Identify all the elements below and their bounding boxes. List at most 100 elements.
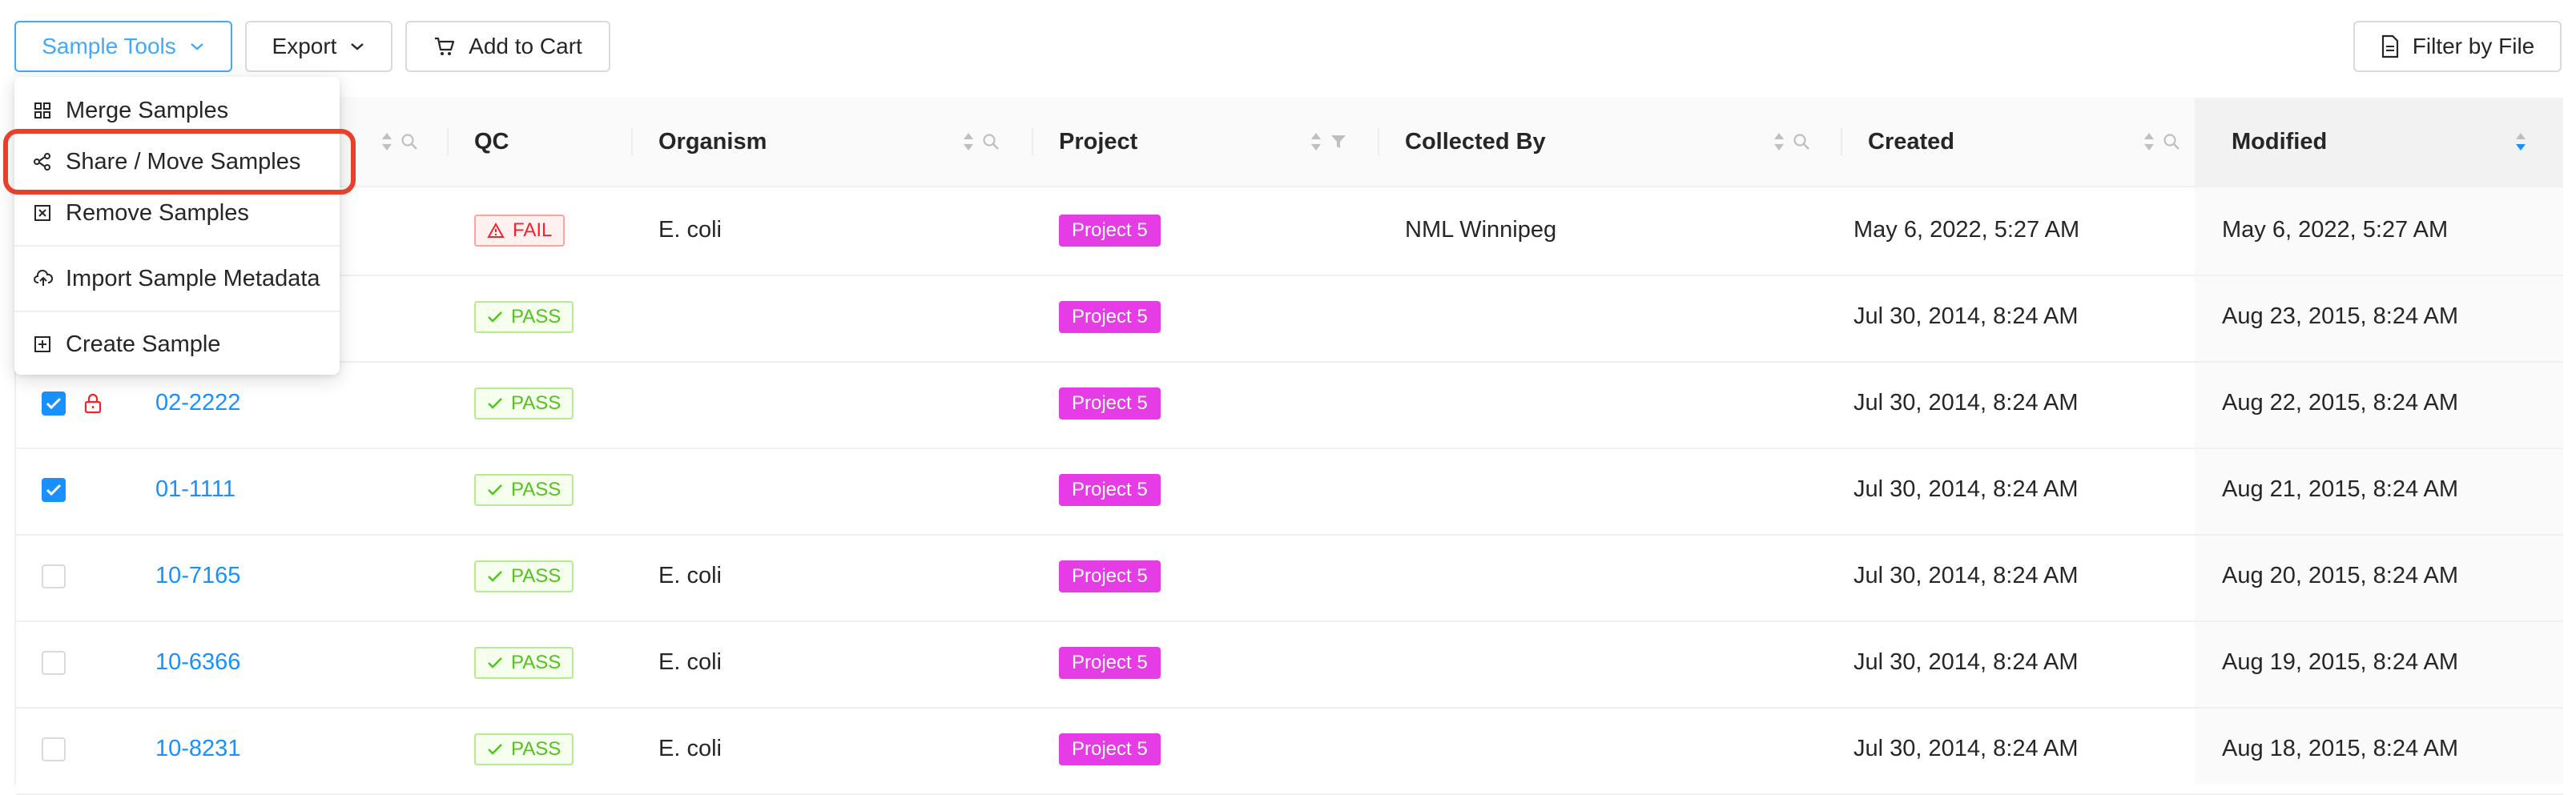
table-row[interactable]: 10-7165 PASS E. coli Project 5 Jul 30, 2014,… — [16, 532, 2563, 622]
sample-name-link[interactable]: 01-1111 — [155, 445, 235, 534]
qc-header-label: QC — [474, 128, 509, 155]
menu-item-create-sample[interactable]: Create Sample — [14, 319, 340, 370]
project-cell: Project 5 — [1059, 272, 1161, 361]
qc-pass-badge: PASS — [474, 387, 574, 420]
created-cell: May 6, 2022, 5:27 AM — [1854, 217, 2080, 243]
modified-cell: Aug 23, 2015, 8:24 AM — [2222, 303, 2459, 329]
row-checkbox[interactable] — [42, 564, 66, 588]
organism-header-label: Organism — [658, 128, 767, 155]
project-cell: Project 5 — [1059, 359, 1161, 448]
qc-header: QC — [449, 98, 633, 186]
qc-label: PASS — [511, 564, 561, 587]
sample-name-link[interactable]: 10-7165 — [155, 532, 240, 620]
qc-label: PASS — [511, 391, 561, 414]
search-icon[interactable] — [400, 133, 418, 151]
qc-pass-badge: PASS — [474, 560, 574, 592]
search-icon[interactable] — [982, 133, 1000, 151]
menu-item-label: Create Sample — [66, 331, 221, 357]
cloud-upload-icon — [34, 270, 53, 286]
table-row[interactable]: PASS Project 5 Jul 30, 2014, 8:24 AM Aug 23… — [16, 272, 2563, 363]
filter-icon[interactable] — [1330, 133, 1347, 151]
qc-label: PASS — [511, 478, 561, 500]
warning-icon — [487, 222, 505, 238]
shopping-cart-icon — [435, 37, 455, 55]
modified-cell: May 6, 2022, 5:27 AM — [2222, 217, 2449, 243]
project-tag[interactable]: Project 5 — [1059, 733, 1161, 765]
project-cell: Project 5 — [1059, 532, 1161, 620]
lock-icon — [84, 393, 102, 413]
collected-by-cell: NML Winnipeg — [1405, 217, 1557, 243]
check-icon — [488, 484, 502, 496]
file-icon — [2381, 34, 2398, 58]
table-row[interactable]: 10-6366 PASS E. coli Project 5 Jul 30, 2014,… — [16, 618, 2563, 709]
collected-by-header-label: Collected By — [1405, 128, 1546, 155]
modified-cell: Aug 22, 2015, 8:24 AM — [2222, 390, 2459, 416]
menu-divider — [14, 245, 340, 247]
select-cell — [42, 705, 66, 793]
project-tag[interactable]: Project 5 — [1059, 387, 1161, 420]
filter-by-file-label: Filter by File — [2412, 34, 2535, 58]
check-icon — [488, 656, 502, 669]
menu-item-remove-samples[interactable]: Remove Samples — [14, 187, 340, 239]
check-icon — [488, 743, 502, 755]
created-header-label: Created — [1868, 128, 1954, 155]
organism-cell: E. coli — [658, 563, 722, 588]
sort-icon[interactable] — [963, 131, 974, 152]
collected-by-header: Collected By — [1379, 98, 1842, 186]
table-row[interactable]: 10-8231 PASS E. coli Project 5 Jul 30, 2014,… — [16, 705, 2563, 795]
sample-tools-button[interactable]: Sample Tools — [14, 21, 232, 72]
table-row[interactable]: 01-1111 PASS Project 5 Jul 30, 2014, 8:24 A… — [16, 445, 2563, 536]
check-icon — [488, 570, 502, 582]
qc-pass-badge: PASS — [474, 733, 574, 765]
sort-icon[interactable] — [381, 131, 392, 152]
add-to-cart-button[interactable]: Add to Cart — [405, 21, 610, 72]
search-icon[interactable] — [2163, 133, 2180, 151]
export-button[interactable]: Export — [245, 21, 392, 72]
sort-descending-icon[interactable] — [2515, 131, 2526, 152]
table-row[interactable]: FAIL E. coli Project 5 NML Winnipeg May 6, 2… — [16, 186, 2563, 276]
filter-by-file-button[interactable]: Filter by File — [2353, 21, 2562, 72]
project-header-label: Project — [1059, 128, 1138, 155]
row-checkbox[interactable] — [42, 737, 66, 761]
menu-item-label: Remove Samples — [66, 199, 249, 226]
sample-name-link[interactable]: 10-6366 — [155, 618, 240, 707]
qc-label: PASS — [511, 651, 561, 673]
project-tag[interactable]: Project 5 — [1059, 473, 1161, 506]
created-cell: Jul 30, 2014, 8:24 AM — [1854, 476, 2079, 502]
qc-fail-badge: FAIL — [474, 214, 566, 247]
select-cell — [42, 445, 66, 534]
table-header: QC Organism Project Collected By Created… — [16, 98, 2563, 187]
row-checkbox[interactable] — [42, 391, 66, 416]
project-cell: Project 5 — [1059, 445, 1161, 534]
sort-icon[interactable] — [1773, 131, 1785, 152]
organism-header: Organism — [633, 98, 1033, 186]
sample-tools-dropdown: Merge Samples Share / Move Samples Remov… — [14, 77, 340, 375]
qc-label: PASS — [511, 305, 561, 327]
sample-name-link[interactable]: 10-8231 — [155, 705, 240, 793]
chevron-down-icon — [351, 43, 364, 50]
plus-square-icon — [34, 336, 50, 352]
project-tag[interactable]: Project 5 — [1059, 646, 1161, 679]
row-checkbox[interactable] — [42, 650, 66, 675]
created-cell: Jul 30, 2014, 8:24 AM — [1854, 563, 2079, 588]
select-cell — [42, 618, 66, 707]
sort-icon[interactable] — [2143, 131, 2155, 152]
created-cell: Jul 30, 2014, 8:24 AM — [1854, 303, 2079, 329]
highlight-outline — [3, 129, 356, 195]
qc-pass-badge: PASS — [474, 300, 574, 333]
project-cell: Project 5 — [1059, 705, 1161, 793]
sort-icon[interactable] — [1310, 131, 1322, 152]
qc-cell: PASS — [474, 445, 574, 534]
project-tag[interactable]: Project 5 — [1059, 214, 1161, 247]
project-cell: Project 5 — [1059, 618, 1161, 707]
organism-cell: E. coli — [658, 649, 722, 675]
qc-label: PASS — [511, 737, 561, 760]
project-tag[interactable]: Project 5 — [1059, 300, 1161, 333]
menu-item-import-sample-metadata[interactable]: Import Sample Metadata — [14, 253, 340, 304]
search-icon[interactable] — [1793, 133, 1810, 151]
modified-cell: Aug 18, 2015, 8:24 AM — [2222, 736, 2459, 761]
menu-item-label: Merge Samples — [66, 97, 229, 123]
row-checkbox[interactable] — [42, 477, 66, 502]
table-row[interactable]: 02-2222 PASS Project 5 Jul 30, 2014, 8:24 A… — [16, 359, 2563, 449]
project-tag[interactable]: Project 5 — [1059, 560, 1161, 592]
